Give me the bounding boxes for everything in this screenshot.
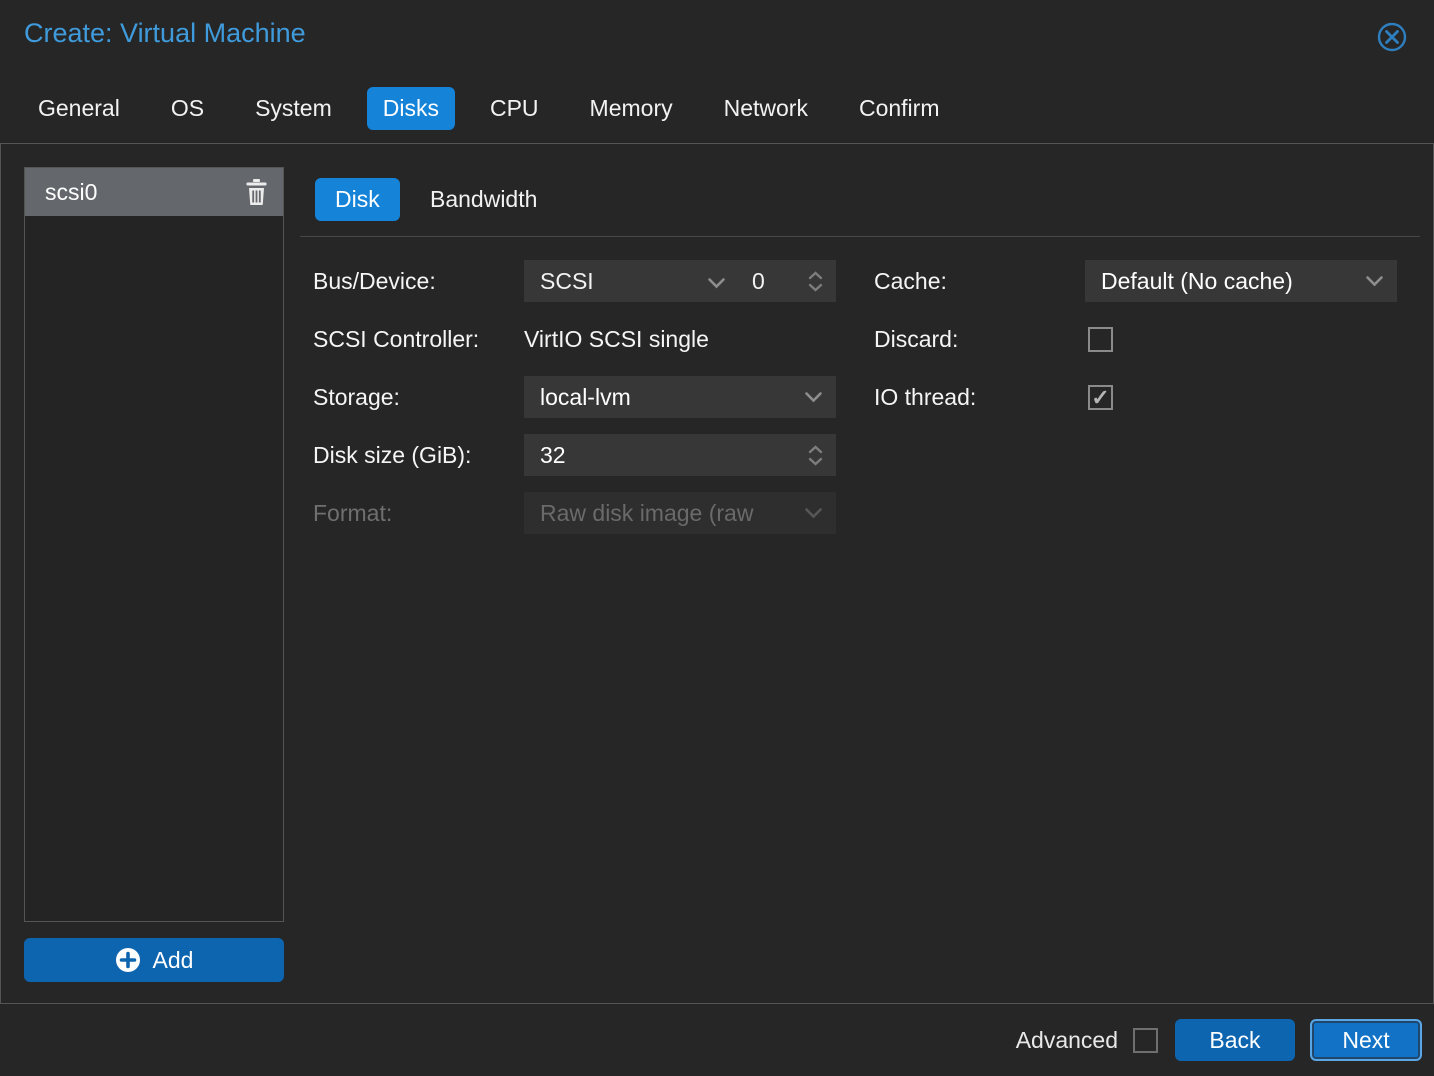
tab-memory[interactable]: Memory [574, 87, 689, 130]
dialog-title: Create: Virtual Machine [24, 18, 306, 49]
spinner-icon[interactable] [808, 445, 836, 466]
advanced-label: Advanced [1016, 1027, 1118, 1054]
bus-device-field: SCSI 0 [524, 260, 836, 302]
subtab-separator [300, 236, 1420, 237]
tab-general[interactable]: General [22, 87, 136, 130]
cache-label: Cache: [874, 260, 947, 302]
wizard-tab-bar: General OS System Disks CPU Memory Netwo… [22, 85, 974, 131]
format-select-disabled: Raw disk image (raw [524, 492, 836, 534]
storage-value: local-lvm [524, 384, 804, 411]
format-label: Format: [313, 492, 392, 534]
bus-select-value: SCSI [524, 268, 707, 295]
discard-checkbox[interactable] [1088, 327, 1113, 352]
disk-size-label: Disk size (GiB): [313, 434, 471, 476]
check-icon: ✓ [1091, 387, 1109, 409]
bus-device-label: Bus/Device: [313, 260, 436, 302]
device-number-input[interactable]: 0 [726, 260, 836, 302]
tab-os[interactable]: OS [155, 87, 220, 130]
cache-value: Default (No cache) [1085, 268, 1365, 295]
subtab-disk[interactable]: Disk [315, 178, 400, 221]
plus-circle-icon [115, 947, 141, 973]
spinner-icon[interactable] [808, 271, 836, 292]
disk-size-input[interactable]: 32 [524, 434, 836, 476]
tab-disks[interactable]: Disks [367, 87, 455, 130]
tab-cpu[interactable]: CPU [474, 87, 555, 130]
storage-label: Storage: [313, 376, 400, 418]
add-button-label: Add [153, 947, 194, 974]
add-disk-button[interactable]: Add [24, 938, 284, 982]
scsi-controller-value: VirtIO SCSI single [524, 318, 709, 360]
chevron-down-icon[interactable] [707, 268, 726, 295]
device-number-value: 0 [726, 268, 808, 295]
tab-system[interactable]: System [239, 87, 348, 130]
advanced-checkbox[interactable] [1133, 1028, 1158, 1053]
back-button[interactable]: Back [1175, 1019, 1295, 1061]
chevron-down-icon [804, 507, 836, 519]
tab-confirm[interactable]: Confirm [843, 87, 956, 130]
io-thread-label: IO thread: [874, 376, 976, 418]
disk-list: scsi0 [24, 167, 284, 922]
io-thread-checkbox[interactable]: ✓ [1088, 385, 1113, 410]
next-button[interactable]: Next [1310, 1019, 1422, 1061]
cache-select[interactable]: Default (No cache) [1085, 260, 1397, 302]
discard-label: Discard: [874, 318, 958, 360]
storage-select[interactable]: local-lvm [524, 376, 836, 418]
disk-list-item-scsi0[interactable]: scsi0 [25, 168, 283, 216]
tab-network[interactable]: Network [708, 87, 824, 130]
delete-disk-icon[interactable] [245, 179, 269, 205]
disk-size-value: 32 [524, 442, 808, 469]
format-value: Raw disk image (raw [524, 500, 804, 527]
chevron-down-icon[interactable] [1365, 275, 1397, 287]
dialog-footer: Advanced Back Next [0, 1004, 1434, 1076]
subtab-bandwidth[interactable]: Bandwidth [410, 178, 557, 221]
chevron-down-icon[interactable] [804, 391, 836, 403]
scsi-controller-label: SCSI Controller: [313, 318, 479, 360]
disk-item-label: scsi0 [45, 179, 245, 206]
bus-select[interactable]: SCSI [524, 260, 726, 302]
close-icon[interactable] [1376, 21, 1408, 53]
